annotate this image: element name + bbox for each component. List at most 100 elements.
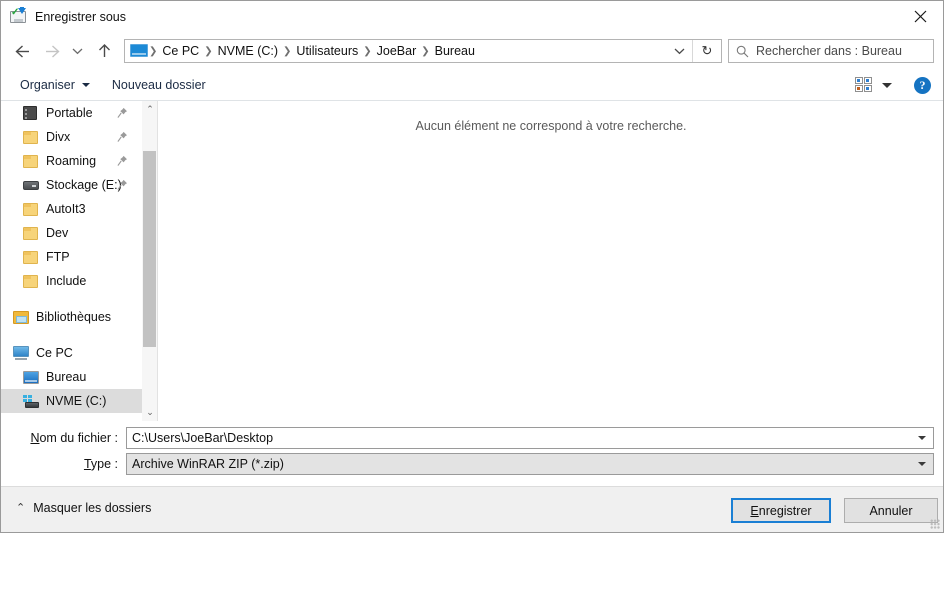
breadcrumb-item-ce-pc[interactable]: Ce PC [158,42,203,60]
sidebar-item-ce-pc[interactable]: Ce PC [1,341,142,365]
organise-menu-button[interactable]: Organiser [13,73,97,97]
view-options-chevron-down-icon[interactable] [882,82,892,88]
search-placeholder: Rechercher dans : Bureau [756,44,902,58]
sidebar-item-ftp[interactable]: FTP [1,245,142,269]
chevron-down-icon [81,83,90,87]
filetype-label: Type : [1,457,126,471]
breadcrumb-item-joebar[interactable]: JoeBar [373,42,421,60]
organise-label: Organiser [20,78,75,92]
filetype-chevron-down-icon[interactable] [918,462,926,466]
hide-folders-label: Masquer les dossiers [33,501,152,515]
filename-label: Nom du fichier : [1,431,126,445]
folder-icon [23,201,39,217]
this-pc-icon [13,345,29,361]
drive-icon [23,177,39,193]
folder-icon [23,153,39,169]
filetype-row: Type : Archive WinRAR ZIP (*.zip) [1,453,943,475]
sidebar-item-label: Include [46,274,87,288]
sidebar-item-biblioth-ques[interactable]: Bibliothèques [1,305,142,329]
scroll-up-icon[interactable]: ⌃ [142,101,158,118]
sidebar-item-nvme-c[interactable]: NVME (C:) [1,389,142,413]
help-icon[interactable]: ? [914,76,931,94]
desktop-icon [23,369,39,385]
breadcrumb: ❯ Ce PC ❯ NVME (C:) ❯ Utilisateurs ❯ Joe… [148,42,666,60]
filetype-value: Archive WinRAR ZIP (*.zip) [132,457,284,471]
view-controls: ? [855,76,931,94]
sidebar-item-label: Roaming [46,154,97,168]
empty-state-message: Aucun élément ne correspond à votre rech… [415,119,687,133]
filetype-select[interactable]: Archive WinRAR ZIP (*.zip) [126,453,934,475]
folder-icon [23,249,39,265]
dialog-body: Portable Divx Roaming Stockage (E:) AutoIt3 D… [1,101,943,421]
sidebar-item-label: Dev [46,226,69,240]
save-label-rest: nregistrer [758,503,812,518]
filename-value: C:\Users\JoeBar\Desktop [132,431,274,445]
chevron-up-icon: ⌃ [16,501,26,514]
sidebar-item-portable[interactable]: Portable [1,101,142,125]
cancel-button[interactable]: Annuler [844,498,938,523]
nvme-drive-icon [23,393,39,409]
new-folder-button[interactable]: Nouveau dossier [105,73,213,97]
scrollbar-thumb[interactable] [143,151,156,347]
pin-icon[interactable] [117,130,128,142]
filename-row: Nom du fichier : C:\Users\JoeBar\Desktop [1,427,943,449]
sidebar-item-label: Portable [46,106,93,120]
filetype-label-rest: ype : [90,457,118,471]
filetype-label-mnemonic: T [83,457,91,471]
libraries-icon [13,309,29,325]
back-button[interactable] [9,38,35,64]
save-label-mnemonic: E [750,503,759,518]
up-button[interactable] [91,38,117,64]
breadcrumb-separator: ❯ [283,45,292,57]
hide-folders-button[interactable]: ⌃ Masquer les dossiers [16,501,151,515]
sidebar-item-label: Divx [46,130,71,144]
title-bar: ✓ Enregistrer sous [1,1,943,32]
search-icon [736,45,749,58]
filename-chevron-down-icon[interactable] [918,436,926,440]
sidebar-item-label: Stockage (E:) [46,178,122,192]
dialog-footer: ⌃ Masquer les dossiers Enregistrer Annul… [1,486,943,532]
cancel-label: Annuler [869,503,913,518]
filename-label-rest: om du fichier : [39,431,118,445]
refresh-icon[interactable]: ↻ [692,40,721,62]
navigation-pane-scrollbar[interactable]: ⌃ ⌄ [142,101,158,421]
command-bar: Organiser Nouveau dossier ? [1,70,943,101]
pin-icon[interactable] [117,154,128,166]
close-icon[interactable] [897,1,943,32]
search-input[interactable]: Rechercher dans : Bureau [728,39,934,63]
sidebar-item-divx[interactable]: Divx [1,125,142,149]
save-button[interactable]: Enregistrer [731,498,831,523]
sidebar-item-label: NVME (C:) [46,394,107,408]
breadcrumb-separator: ❯ [363,45,372,57]
forward-button[interactable] [39,38,65,64]
breadcrumb-item-utilisateurs[interactable]: Utilisateurs [292,42,362,60]
sidebar-item-stockage-e[interactable]: Stockage (E:) [1,173,142,197]
portable-device-icon [23,105,39,121]
file-fields: Nom du fichier : C:\Users\JoeBar\Desktop… [1,421,943,487]
breadcrumb-item-nvme-c[interactable]: NVME (C:) [214,42,282,60]
pin-icon[interactable] [117,178,128,190]
file-list-pane[interactable]: Aucun élément ne correspond à votre rech… [159,101,943,421]
breadcrumb-item-bureau[interactable]: Bureau [431,42,479,60]
pin-icon[interactable] [117,106,128,118]
new-folder-label: Nouveau dossier [111,78,206,92]
tiles-view-icon[interactable] [855,77,873,93]
breadcrumb-separator: ❯ [421,45,430,57]
scroll-down-icon[interactable]: ⌄ [142,404,158,421]
recent-locations-chevron-down-icon[interactable] [67,38,87,64]
filename-input[interactable]: C:\Users\JoeBar\Desktop [126,427,934,449]
address-dropdown-chevron-down-icon[interactable] [666,40,692,62]
sidebar-item-bureau[interactable]: Bureau [1,365,142,389]
resize-grip[interactable] [930,519,940,529]
sidebar-item-label: Ce PC [36,346,73,360]
sidebar-item-label: FTP [46,250,70,264]
sidebar-item-roaming[interactable]: Roaming [1,149,142,173]
navigation-bar: ❯ Ce PC ❯ NVME (C:) ❯ Utilisateurs ❯ Joe… [1,32,943,70]
this-pc-icon [130,44,148,58]
sidebar-item-autoit3[interactable]: AutoIt3 [1,197,142,221]
sidebar-item-include[interactable]: Include [1,269,142,293]
address-bar[interactable]: ❯ Ce PC ❯ NVME (C:) ❯ Utilisateurs ❯ Joe… [124,39,722,63]
sidebar-item-dev[interactable]: Dev [1,221,142,245]
